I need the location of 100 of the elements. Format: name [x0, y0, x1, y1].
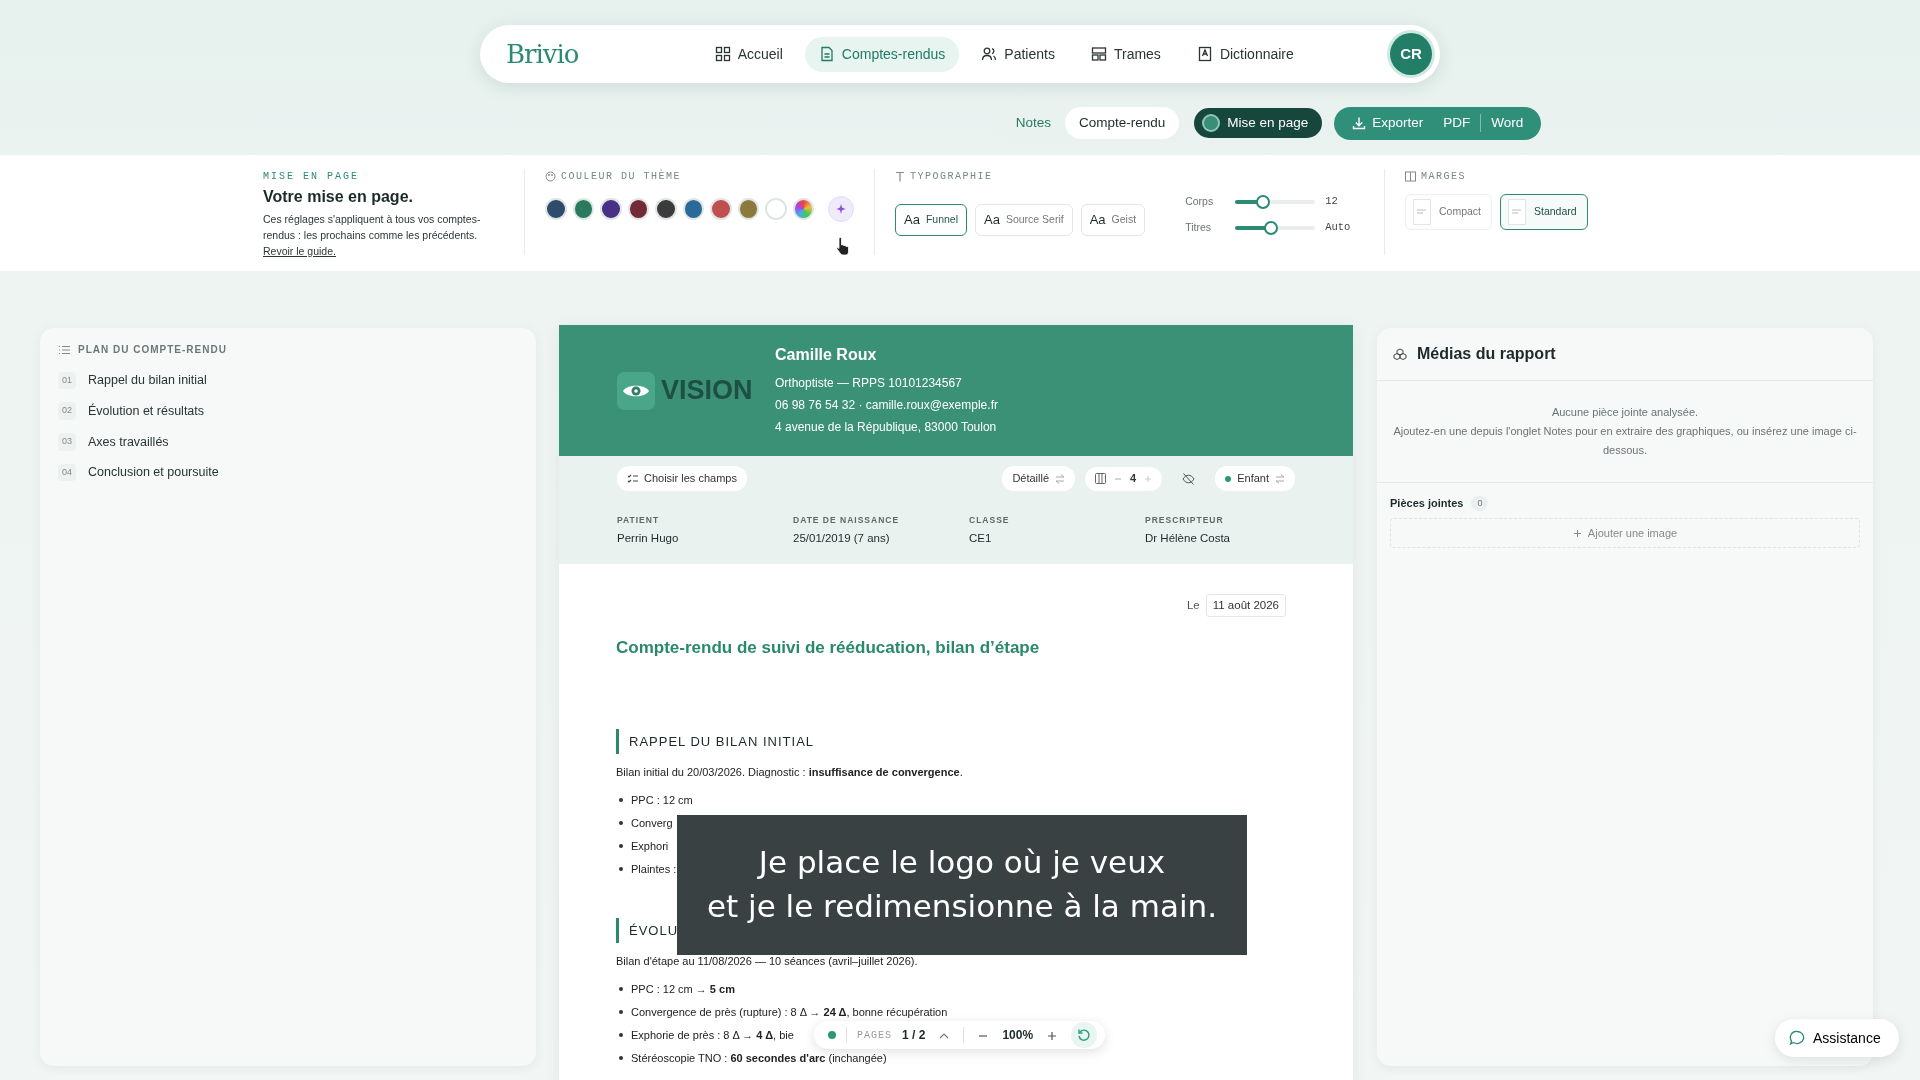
zoom-level: 100%: [1002, 1027, 1034, 1044]
book-icon: [1196, 46, 1213, 62]
outline-item[interactable]: 04 Conclusion et poursuite: [58, 457, 518, 488]
document-icon: [818, 46, 835, 62]
chat-icon: [1789, 1030, 1805, 1046]
swap-icon: [1275, 473, 1285, 484]
swap-icon: [1055, 473, 1066, 484]
list-icon: [58, 344, 70, 355]
font-option[interactable]: Aa Funnel: [895, 204, 967, 236]
nav-link[interactable]: Dictionnaire: [1182, 36, 1308, 72]
format-button[interactable]: Word: [1481, 108, 1534, 138]
plus-icon: [1572, 529, 1582, 539]
item-label: Évolution et résultats: [88, 402, 205, 420]
choose-fields-button[interactable]: Choisir les champs: [617, 466, 747, 491]
caption-line: Je place le logo où je veux: [756, 843, 1167, 882]
palette-icon: [545, 171, 556, 182]
color-swatch[interactable]: [765, 198, 787, 220]
panel-title: Médias du rapport: [1417, 344, 1556, 364]
slider-label: Corps: [1185, 194, 1215, 209]
nav-link[interactable]: Patients: [967, 36, 1069, 72]
logo-text: VISION: [661, 374, 753, 408]
item-number: 04: [58, 463, 76, 482]
slider-value: Auto: [1324, 219, 1352, 235]
assistance-button[interactable]: Assistance: [1775, 1019, 1899, 1057]
page-icon: [1413, 199, 1431, 225]
nav-link[interactable]: Trames: [1076, 36, 1175, 72]
bullet-icon: [619, 798, 623, 803]
paragraph: Bilan d'étape au 11/08/2026 — 10 séances (avril–juillet 2026).: [616, 954, 919, 970]
bullet-icon: [619, 866, 623, 871]
description-text: Ces réglages s'appliquent à tous vos comptes-rendus : les prochains comme les précédents. Revoir le guide.: [263, 212, 482, 259]
cubes-icon: [1393, 347, 1407, 361]
font-option[interactable]: Aa Geist: [1080, 204, 1146, 236]
attachments-label: Pièces jointes: [1390, 496, 1464, 511]
outline-item[interactable]: 01 Rappel du bilan initial: [58, 365, 518, 396]
reset-button[interactable]: [1071, 1022, 1098, 1048]
color-swatch[interactable]: [545, 198, 567, 220]
color-swatch[interactable]: [627, 198, 649, 220]
plus-icon: [1047, 1030, 1058, 1041]
field-label: PATIENT: [617, 514, 661, 527]
slider-thumb[interactable]: [1264, 220, 1279, 235]
color-swatch[interactable]: [572, 198, 594, 220]
nav-link[interactable]: Accueil: [700, 36, 797, 72]
text-icon: [895, 171, 905, 182]
eye-off-icon[interactable]: [1182, 472, 1196, 485]
margin-option[interactable]: Standard: [1500, 194, 1588, 230]
export-button[interactable]: Exporter: [1342, 108, 1434, 138]
field-label: CLASSE: [969, 514, 1011, 527]
font-option[interactable]: Aa Source Serif: [975, 204, 1073, 236]
custom-color-swatch[interactable]: [792, 198, 814, 220]
view-tab[interactable]: Notes: [1001, 106, 1065, 140]
item-label: Axes travaillés: [88, 433, 169, 451]
date-field[interactable]: 11 août 2026: [1205, 594, 1286, 618]
list-item: PPC : 12 cm → 5 cm: [631, 982, 735, 997]
cursor-icon: [835, 236, 851, 256]
color-swatch[interactable]: [710, 198, 732, 220]
item-number: 03: [58, 433, 76, 451]
add-image-button[interactable]: Ajouter une image: [1390, 517, 1860, 548]
bullet-icon: [619, 1010, 623, 1015]
color-swatch[interactable]: [737, 198, 759, 220]
pages-label: PAGES: [857, 1028, 892, 1043]
color-swatch[interactable]: [600, 198, 622, 220]
list-item: Converg: [631, 815, 673, 830]
attachments-count: 0: [1471, 495, 1489, 511]
chevron-up-icon: [939, 1032, 950, 1039]
field-label: PRESCRIPTEUR: [1145, 514, 1225, 527]
guide-link[interactable]: Revoir le guide.: [263, 244, 336, 257]
report-title: Compte-rendu de suivi de rééducation, bilan d’étape: [616, 637, 1041, 660]
reset-icon: [1077, 1028, 1092, 1042]
app-logo[interactable]: Brivio: [506, 34, 579, 74]
checklist-icon: [627, 473, 638, 484]
color-swatch[interactable]: [682, 198, 704, 220]
audience-select[interactable]: Enfant: [1215, 466, 1295, 491]
list-item: PPC : 12 cm: [631, 793, 693, 808]
section-label: COULEUR DU THÈME: [561, 169, 681, 184]
margin-option[interactable]: Compact: [1405, 194, 1492, 230]
detail-select[interactable]: Détaillé: [1002, 466, 1076, 491]
columns-icon: [1405, 171, 1416, 182]
bullet-icon: [619, 820, 623, 825]
slider-thumb[interactable]: [1256, 194, 1271, 209]
page-icon: [1508, 199, 1526, 225]
layout-toggle-button[interactable]: Mise en page: [1194, 107, 1323, 139]
slider-value: 12: [1324, 194, 1339, 209]
section-title: Votre mise en page.: [263, 187, 414, 207]
format-button[interactable]: PDF: [1433, 108, 1481, 138]
panel-heading: PLAN DU COMPTE-RENDU: [78, 343, 227, 357]
avatar[interactable]: CR: [1390, 33, 1432, 75]
outline-item[interactable]: 03 Axes travaillés: [58, 426, 518, 458]
sparkle-button[interactable]: [828, 196, 854, 222]
list-item: Plaintes :: [631, 861, 677, 876]
bullet-icon: [619, 1032, 623, 1037]
item-label: Rappel du bilan initial: [88, 372, 207, 389]
grid-icon: [714, 46, 731, 62]
item-label: Conclusion et poursuite: [88, 464, 219, 482]
color-swatch[interactable]: [655, 198, 677, 220]
contact-line: 4 avenue de la République, 83000 Toulon: [775, 419, 998, 436]
nav-link[interactable]: Comptes-rendus: [804, 36, 960, 72]
empty-title: Aucune pièce jointe analysée.: [1550, 405, 1700, 420]
empty-text: Ajoutez-en une depuis l'onglet Notes pour en extraire des graphiques, ou insérez une image ci-dessous.: [1392, 424, 1858, 458]
view-tab[interactable]: Compte-rendu: [1064, 106, 1180, 140]
outline-item[interactable]: 02 Évolution et résultats: [58, 395, 518, 427]
